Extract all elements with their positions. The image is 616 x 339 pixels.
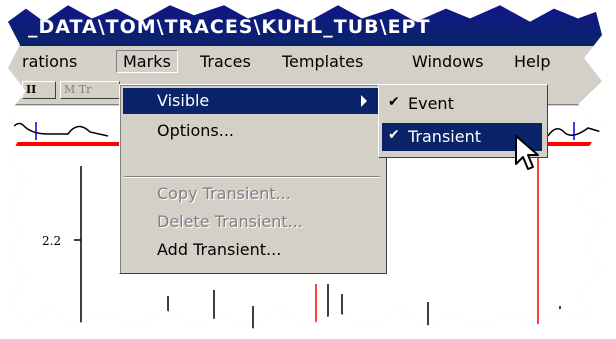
chevron-right-icon — [361, 95, 367, 107]
title-bar: _DATA\TOM\TRACES\KUHL_TUB\EPT — [8, 5, 602, 46]
submenu-item-event[interactable]: ✔ Event — [382, 90, 542, 118]
overview-trace-right — [547, 127, 602, 137]
menu-item-visible-label: Visible — [157, 91, 210, 110]
y-tick-label: 2.2 — [42, 234, 62, 248]
toolbar-button-mark-trace[interactable]: M Tr — [60, 81, 120, 99]
menu-item-options[interactable]: Options... — [123, 118, 381, 144]
menu-templates[interactable]: Templates — [276, 51, 369, 72]
menu-item-add-transient-label: Add Transient... — [157, 240, 282, 259]
arrow-cursor-icon — [515, 135, 539, 170]
submenu-item-transient-label: Transient — [408, 127, 481, 146]
menu-item-copy-transient: Copy Transient... — [123, 181, 381, 207]
menu-separator — [124, 176, 380, 178]
menu-marks[interactable]: Marks — [116, 50, 178, 73]
menu-item-delete-transient-label: Delete Transient... — [157, 212, 303, 231]
checkmark-icon: ✔ — [388, 94, 400, 110]
window-title: _DATA\TOM\TRACES\KUHL_TUB\EPT — [28, 16, 431, 38]
menu-item-add-transient[interactable]: Add Transient... — [123, 237, 381, 263]
menu-item-delete-transient: Delete Transient... — [123, 209, 381, 235]
menu-item-options-label: Options... — [157, 121, 234, 140]
menu-item-copy-transient-label: Copy Transient... — [157, 184, 291, 203]
screenshot-torn-frame: _DATA\TOM\TRACES\KUHL_TUB\EPT rations Ma… — [8, 5, 602, 329]
submenu-item-event-label: Event — [408, 94, 454, 113]
checkmark-icon: ✔ — [388, 127, 400, 143]
marks-menu: Visible Options... Copy Transient... Del… — [119, 84, 387, 274]
overview-trace-left — [8, 122, 109, 137]
menu-bar: rations Marks Traces Templates Windows H… — [8, 46, 602, 76]
toolbar-button-pause[interactable]: II — [22, 81, 56, 99]
menu-help[interactable]: Help — [508, 51, 556, 72]
menu-traces[interactable]: Traces — [194, 51, 257, 72]
menu-item-visible[interactable]: Visible — [123, 88, 381, 114]
menu-windows[interactable]: Windows — [406, 51, 489, 72]
menu-operations[interactable]: rations — [16, 51, 83, 72]
